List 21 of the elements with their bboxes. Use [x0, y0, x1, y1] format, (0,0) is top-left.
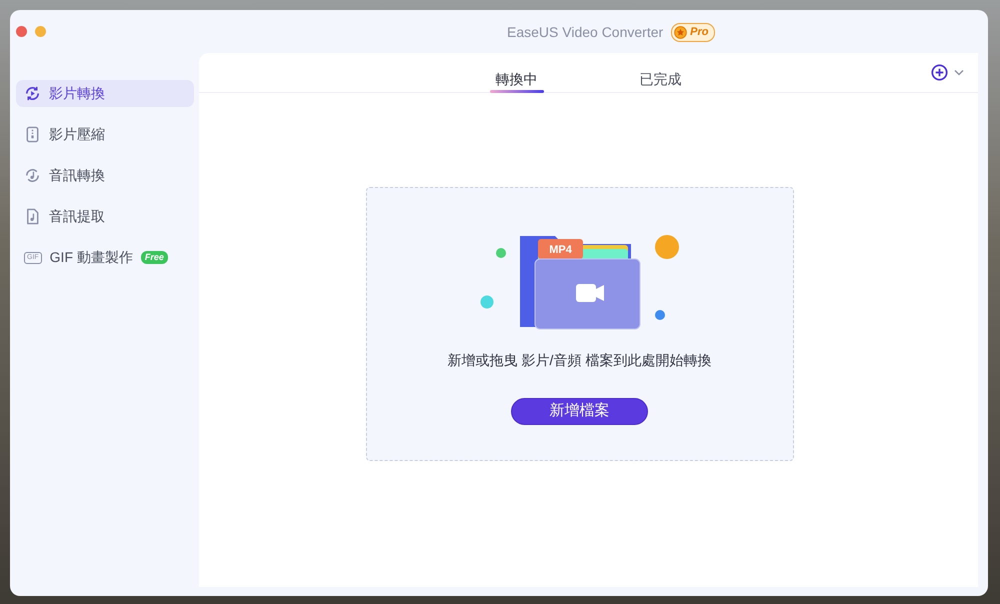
drop-zone[interactable]: MP4 新增或拖曳 影片/音頻 檔案到此處開始轉換 新增檔案 — [366, 187, 794, 461]
add-icon[interactable] — [931, 64, 948, 81]
folder-illustration: MP4 — [480, 232, 680, 332]
rotate-play-icon — [24, 85, 41, 102]
sidebar-item[interactable]: 音訊提取 — [16, 203, 194, 230]
chevron-down-icon[interactable] — [954, 69, 964, 76]
zip-file-icon — [24, 126, 41, 143]
sidebar-item[interactable]: 音訊轉換 — [16, 162, 194, 189]
close-button[interactable] — [16, 26, 27, 37]
tab[interactable]: 已完成 — [634, 53, 688, 93]
sidebar-item[interactable]: 影片壓縮 — [16, 121, 194, 148]
window-title: EaseUS Video Converter — [507, 23, 664, 42]
music-file-icon — [24, 208, 41, 225]
sidebar-item[interactable]: 影片轉換 — [16, 80, 194, 107]
pro-badge: Pro — [671, 23, 715, 42]
drop-instruction: 新增或拖曳 影片/音頻 檔案到此處開始轉換 — [448, 351, 712, 370]
add-file-button[interactable]: 新增檔案 — [511, 398, 648, 425]
free-badge: Free — [140, 250, 168, 264]
tab[interactable]: 轉換中 — [490, 53, 544, 93]
rotate-music-icon — [24, 167, 41, 184]
minimize-button[interactable] — [35, 26, 46, 37]
